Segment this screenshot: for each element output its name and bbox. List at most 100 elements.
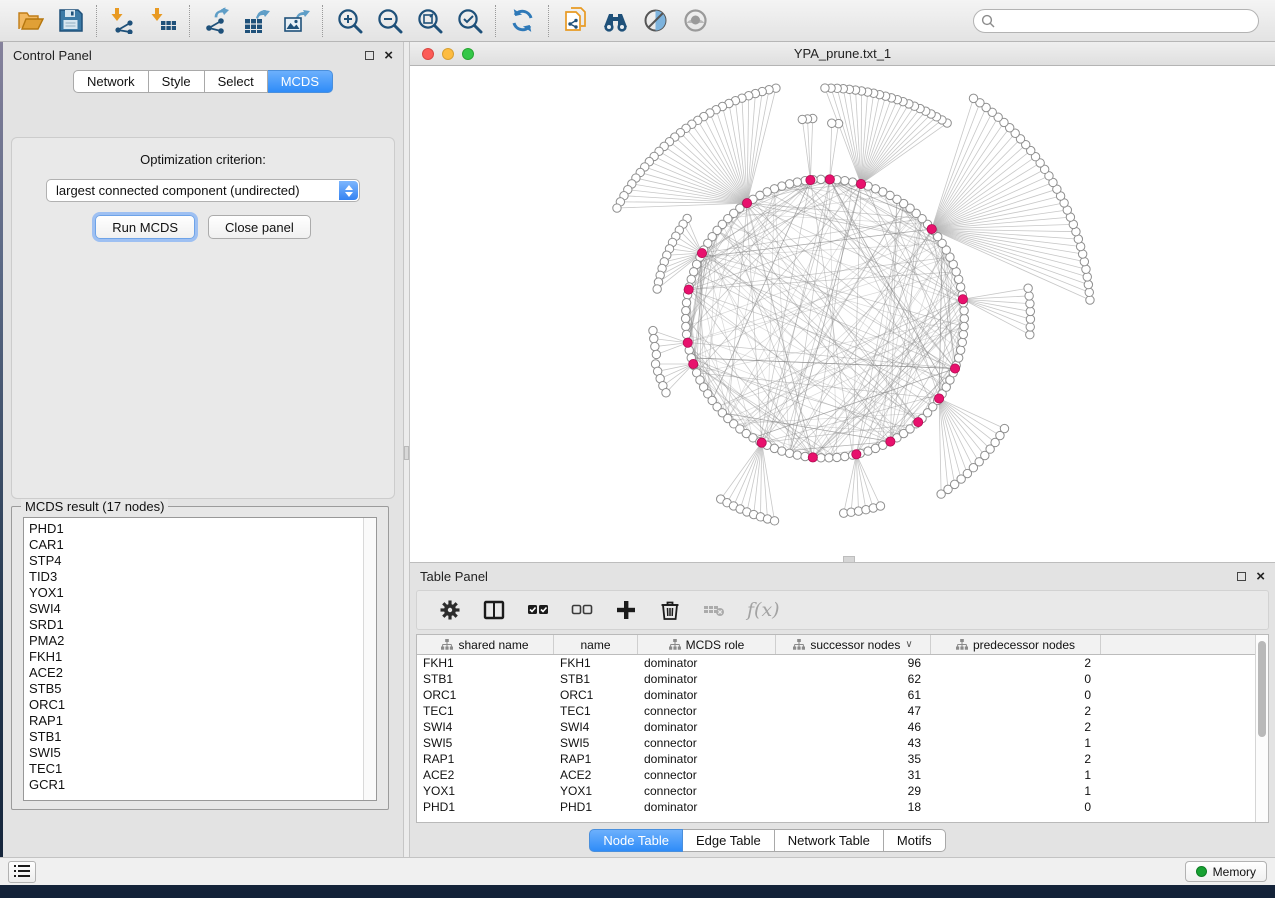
column-header-successor-nodes[interactable]: successor nodes∨ [776,635,931,654]
cell-name[interactable]: RAP1 [554,752,638,766]
tab-style[interactable]: Style [149,70,205,93]
refresh-layout-button[interactable] [502,4,542,38]
search-input[interactable] [973,9,1259,33]
memory-button[interactable]: Memory [1185,861,1267,882]
cell-shared-name[interactable]: TEC1 [417,704,554,718]
cell-successor-nodes[interactable]: 35 [776,752,931,766]
cell-shared-name[interactable]: SWI4 [417,720,554,734]
table-row[interactable]: SWI5SWI5connector431 [417,735,1268,751]
mcds-node-item[interactable]: ACE2 [29,665,363,681]
cell-name[interactable]: SWI5 [554,736,638,750]
tab-node-table[interactable]: Node Table [589,829,683,852]
cell-name[interactable]: ORC1 [554,688,638,702]
cell-successor-nodes[interactable]: 29 [776,784,931,798]
list-scrollbar[interactable] [363,518,376,800]
task-history-button[interactable] [8,861,36,883]
add-column-button[interactable] [615,599,637,621]
mcds-node-item[interactable]: STP4 [29,553,363,569]
mcds-node-item[interactable]: RAP1 [29,713,363,729]
import-table-button[interactable] [143,4,183,38]
cell-name[interactable]: FKH1 [554,656,638,670]
cell-predecessor-nodes[interactable]: 1 [931,784,1101,798]
cell-shared-name[interactable]: FKH1 [417,656,554,670]
export-network-button[interactable] [196,4,236,38]
zoom-selected-button[interactable] [449,4,489,38]
table-scrollbar[interactable] [1255,635,1268,822]
zoom-out-button[interactable] [369,4,409,38]
close-table-panel-icon[interactable]: × [1256,572,1265,581]
mcds-node-item[interactable]: GCR1 [29,777,363,793]
cell-predecessor-nodes[interactable]: 0 [931,672,1101,686]
table-scrollbar-thumb[interactable] [1258,641,1266,737]
table-row[interactable]: RAP1RAP1dominator352 [417,751,1268,767]
export-table-button[interactable] [236,4,276,38]
cell-shared-name[interactable]: YOX1 [417,784,554,798]
cell-MCDS-role[interactable]: dominator [638,720,776,734]
close-panel-icon[interactable]: × [384,51,393,60]
cell-predecessor-nodes[interactable]: 2 [931,720,1101,734]
cell-successor-nodes[interactable]: 31 [776,768,931,782]
tab-network-table[interactable]: Network Table [775,829,884,852]
column-header-MCDS-role[interactable]: MCDS role [638,635,776,654]
cell-name[interactable]: ACE2 [554,768,638,782]
cell-successor-nodes[interactable]: 18 [776,800,931,814]
table-row[interactable]: SWI4SWI4dominator462 [417,719,1268,735]
mcds-node-item[interactable]: SRD1 [29,617,363,633]
open-file-button[interactable] [10,4,50,38]
tab-motifs[interactable]: Motifs [884,829,946,852]
cell-MCDS-role[interactable]: connector [638,768,776,782]
mcds-node-item[interactable]: FKH1 [29,649,363,665]
float-panel-icon[interactable] [365,51,374,60]
mcds-node-item[interactable]: SWI4 [29,601,363,617]
float-table-panel-icon[interactable] [1237,572,1246,581]
table-row[interactable]: STB1STB1dominator620 [417,671,1268,687]
select-all-button[interactable] [527,599,549,621]
delete-column-button[interactable] [659,599,681,621]
mcds-node-item[interactable]: PHD1 [29,521,363,537]
criterion-select[interactable]: largest connected component (undirected) [46,179,360,202]
cell-shared-name[interactable]: RAP1 [417,752,554,766]
column-header-name[interactable]: name [554,635,638,654]
cell-predecessor-nodes[interactable]: 2 [931,656,1101,670]
splitter-handle[interactable] [404,446,409,460]
cell-name[interactable]: PHD1 [554,800,638,814]
horizontal-splitter-handle[interactable] [843,556,855,563]
mcds-node-item[interactable]: STB5 [29,681,363,697]
cell-MCDS-role[interactable]: connector [638,784,776,798]
cell-successor-nodes[interactable]: 62 [776,672,931,686]
table-row[interactable]: ACE2ACE2connector311 [417,767,1268,783]
hide-graphics-details-button[interactable] [635,4,675,38]
cell-successor-nodes[interactable]: 46 [776,720,931,734]
tab-network[interactable]: Network [73,70,149,93]
mcds-node-item[interactable]: SWI5 [29,745,363,761]
import-network-button[interactable] [103,4,143,38]
tab-select[interactable]: Select [205,70,268,93]
network-graph[interactable] [410,66,1275,563]
cell-shared-name[interactable]: SWI5 [417,736,554,750]
cell-predecessor-nodes[interactable]: 2 [931,752,1101,766]
mcds-node-item[interactable]: STB1 [29,729,363,745]
cell-MCDS-role[interactable]: dominator [638,688,776,702]
binoculars-button[interactable] [595,4,635,38]
zoom-in-button[interactable] [329,4,369,38]
tab-edge-table[interactable]: Edge Table [683,829,775,852]
mcds-node-item[interactable]: TEC1 [29,761,363,777]
cell-predecessor-nodes[interactable]: 1 [931,768,1101,782]
cell-successor-nodes[interactable]: 47 [776,704,931,718]
cell-shared-name[interactable]: ACE2 [417,768,554,782]
cell-name[interactable]: YOX1 [554,784,638,798]
network-canvas[interactable] [410,66,1275,562]
table-row[interactable]: FKH1FKH1dominator962 [417,655,1268,671]
table-row[interactable]: ORC1ORC1dominator610 [417,687,1268,703]
column-header-shared-name[interactable]: shared name [417,635,554,654]
cell-MCDS-role[interactable]: dominator [638,656,776,670]
table-row[interactable]: TEC1TEC1connector472 [417,703,1268,719]
cell-name[interactable]: SWI4 [554,720,638,734]
save-session-button[interactable] [50,4,90,38]
mcds-node-item[interactable]: PMA2 [29,633,363,649]
cell-name[interactable]: TEC1 [554,704,638,718]
vertical-splitter[interactable] [403,42,410,857]
mcds-node-item[interactable]: YOX1 [29,585,363,601]
cell-name[interactable]: STB1 [554,672,638,686]
unselect-all-button[interactable] [571,599,593,621]
